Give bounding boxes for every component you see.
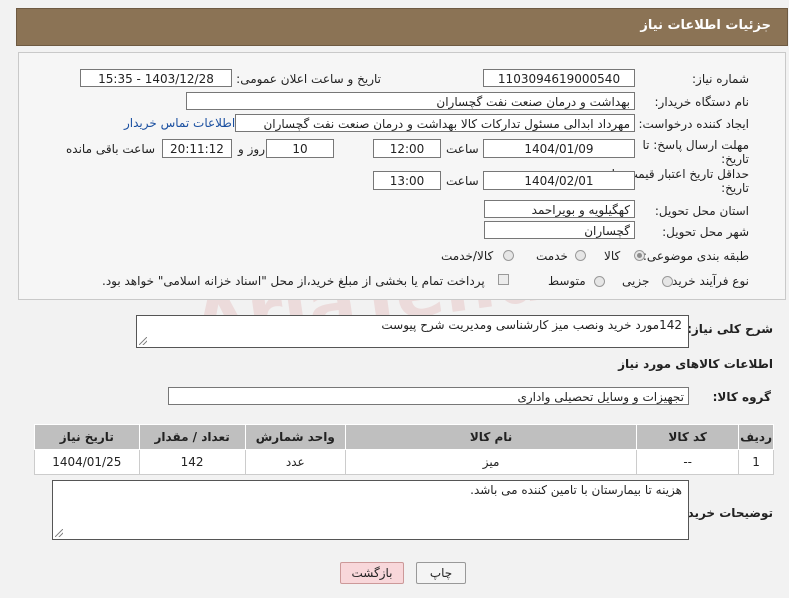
col-name: نام کالا xyxy=(344,424,638,450)
table-row: 1 -- میز عدد 142 1404/01/25 xyxy=(34,449,774,475)
cell-code: -- xyxy=(636,449,740,475)
validity-time-field: 13:00 xyxy=(373,171,441,190)
process-partial-radio[interactable] xyxy=(662,276,673,287)
description-text: 142مورد خرید ونصب میز کارشناسی ومدیریت ش… xyxy=(381,318,682,332)
need-number-field: 1103094619000540 xyxy=(483,69,635,87)
days-label: روز و xyxy=(238,142,265,156)
process-label: نوع فرآیند خرید : xyxy=(664,274,749,288)
category-goods-service-label: کالا/خدمت xyxy=(441,249,494,263)
buyer-org-label: نام دستگاه خریدار: xyxy=(654,95,750,109)
goods-table: ردیف کد کالا نام کالا واحد شمارش تعداد /… xyxy=(34,424,774,475)
cell-row: 1 xyxy=(738,449,774,475)
buyer-notes-text: هزینه تا بیمارستان با تامین کننده می باش… xyxy=(470,483,682,497)
buyer-notes-textarea[interactable]: هزینه تا بیمارستان با تامین کننده می باش… xyxy=(52,480,689,540)
days-remaining-field: 10 xyxy=(266,139,334,158)
print-button[interactable]: چاپ xyxy=(416,562,466,584)
cell-need-date: 1404/01/25 xyxy=(34,449,140,475)
treasury-checkbox[interactable] xyxy=(498,274,509,285)
announce-date-field: 1403/12/28 - 15:35 xyxy=(80,69,232,87)
resize-grip-icon[interactable] xyxy=(55,529,63,537)
treasury-note: پرداخت تمام یا بخشی از مبلغ خرید،از محل … xyxy=(102,274,485,288)
creator-field: مهرداد ابدالی مسئول تدارکات کالا بهداشت … xyxy=(235,114,635,132)
province-field: کهگیلویه و بویراحمد xyxy=(484,200,635,218)
category-goods-label: کالا xyxy=(604,249,621,263)
deadline-label: مهلت ارسال پاسخ: تا xyxy=(642,138,749,152)
process-medium-label: متوسط xyxy=(548,274,586,288)
time-remaining-label: ساعت باقی مانده xyxy=(66,142,156,156)
validity-date-label: تاریخ: xyxy=(721,181,749,195)
buyer-org-field: بهداشت و درمان صنعت نفت گچساران xyxy=(186,92,635,110)
resize-grip-icon[interactable] xyxy=(139,337,147,345)
goods-group-field: تجهیزات و وسایل تحصیلی واداری xyxy=(168,387,689,405)
process-medium-radio[interactable] xyxy=(594,276,605,287)
category-service-radio[interactable] xyxy=(575,250,586,261)
goods-section-title: اطلاعات کالاهای مورد نیاز xyxy=(618,357,773,371)
category-label: طبقه بندی موضوعی: xyxy=(642,249,749,263)
cell-unit: عدد xyxy=(244,449,346,475)
province-label: استان محل تحویل: xyxy=(654,204,749,218)
announce-date-label: تاریخ و ساعت اعلان عمومی: xyxy=(236,72,381,86)
deadline-time-label: ساعت xyxy=(446,142,479,156)
city-field: گچساران xyxy=(484,221,635,239)
description-textarea[interactable]: 142مورد خرید ونصب میز کارشناسی ومدیریت ش… xyxy=(136,315,689,348)
creator-label: ایجاد کننده درخواست: xyxy=(638,117,749,131)
deadline-date-field: 1404/01/09 xyxy=(483,139,635,158)
goods-table-header: ردیف کد کالا نام کالا واحد شمارش تعداد /… xyxy=(34,424,774,450)
col-code: کد کالا xyxy=(636,424,740,450)
col-row: ردیف xyxy=(738,424,774,450)
deadline-date-label: تاریخ: xyxy=(721,152,749,166)
buyer-contact-link[interactable]: اطلاعات تماس خریدار xyxy=(124,116,235,130)
col-unit: واحد شمارش xyxy=(244,424,346,450)
goods-group-label: گروه کالا: xyxy=(712,390,771,404)
page-header: جزئیات اطلاعات نیاز xyxy=(16,8,788,46)
col-need-date: تاریخ نیاز xyxy=(34,424,140,450)
back-button[interactable]: بازگشت xyxy=(340,562,404,584)
category-service-label: خدمت xyxy=(536,249,568,263)
page-title: جزئیات اطلاعات نیاز xyxy=(640,18,771,33)
col-quantity: تعداد / مقدار xyxy=(138,424,246,450)
validity-date-field: 1404/02/01 xyxy=(483,171,635,190)
need-number-label: شماره نیاز: xyxy=(692,72,749,86)
process-partial-label: جزیی xyxy=(622,274,650,288)
cell-name: میز xyxy=(344,449,638,475)
deadline-time-field: 12:00 xyxy=(373,139,441,158)
city-label: شهر محل تحویل: xyxy=(662,225,749,239)
time-remaining-field: 20:11:12 xyxy=(162,139,232,158)
validity-time-label: ساعت xyxy=(446,174,479,188)
category-goods-service-radio[interactable] xyxy=(503,250,514,261)
category-goods-radio[interactable] xyxy=(634,250,645,261)
description-label: شرح کلی نیاز: xyxy=(687,322,773,336)
cell-quantity: 142 xyxy=(138,449,246,475)
